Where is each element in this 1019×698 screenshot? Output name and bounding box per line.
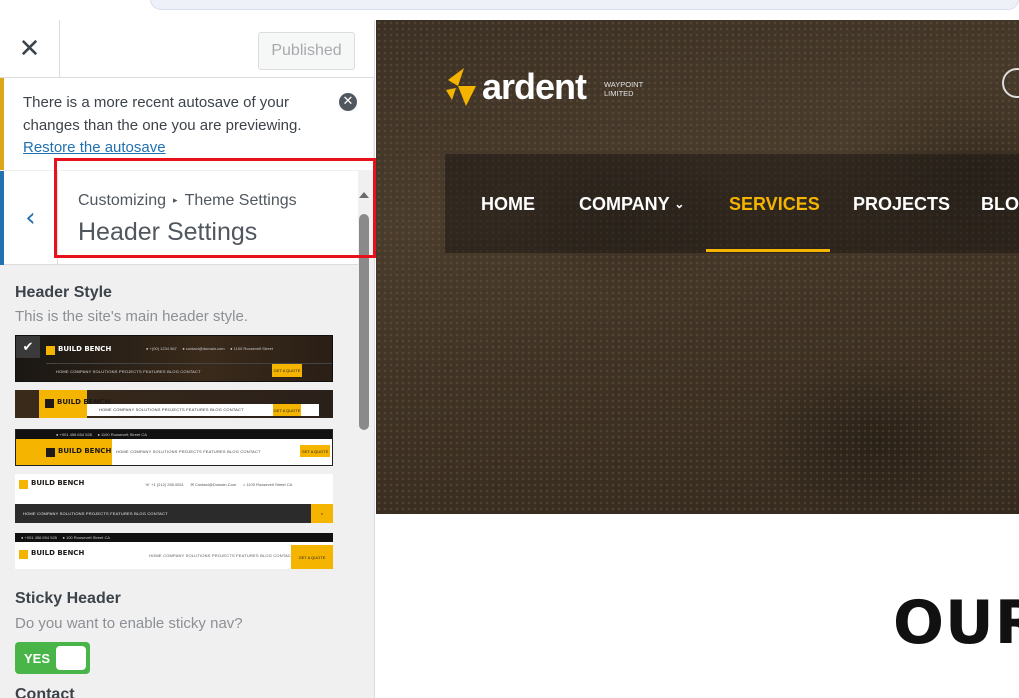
checkmark-icon: ✔	[16, 336, 40, 358]
annotation-highlight-box	[54, 158, 376, 258]
dismiss-icon[interactable]: ✕	[339, 93, 357, 111]
toggle-knob[interactable]	[56, 646, 86, 670]
thumb-logo: BUILD BENCH	[19, 480, 84, 489]
sticky-header-toggle[interactable]: YES	[15, 642, 90, 674]
logo-tagline: WAYPOINT LIMITED	[604, 80, 644, 98]
header-style-option-5[interactable]: ● +001 456 654 528 ● 100 Roosevelt Stree…	[15, 533, 333, 569]
nav-services[interactable]: SERVICES	[729, 194, 820, 215]
header-style-option-1[interactable]: BUILD BENCH ● +(00) 1234 567 ● contact@d…	[15, 335, 333, 382]
nav-company[interactable]: COMPANY ⌄	[579, 194, 684, 215]
logo-wordmark: ardent	[482, 66, 587, 107]
address-bar[interactable]	[150, 0, 1019, 10]
restore-autosave-link[interactable]: Restore the autosave	[23, 139, 166, 156]
thumb-bottom-border	[16, 465, 333, 466]
thumb-logo: BUILD BENCH	[19, 550, 84, 559]
chevron-down-icon: ⌄	[674, 197, 685, 211]
customizer-header: ✕ Published	[0, 20, 374, 78]
thumb-logo: BUILD BENCH	[46, 448, 111, 457]
chevron-left-icon[interactable]: ‹	[0, 171, 58, 265]
thumb-nav: HOME COMPANY SOLUTIONS PROJECTS FEATURES…	[99, 407, 244, 412]
section-heading: OUR	[893, 588, 1019, 658]
thumb-quote-button: GET A QUOTE	[273, 404, 301, 416]
header-style-option-3[interactable]: ● +001 456 654 528 ● 1100 Roosevelt Stre…	[15, 429, 333, 466]
thumb-logo: BUILD BENCH	[46, 346, 111, 355]
thumb-contact-info: ● +001 456 654 528 ● 1100 Roosevelt Stre…	[56, 432, 147, 437]
contact-section-title: Contact	[15, 686, 75, 698]
sticky-header-title: Sticky Header	[15, 590, 121, 607]
header-style-option-4[interactable]: BUILD BENCH ☏ +1 (212) 255-5511 ✉ Contac…	[15, 474, 333, 523]
customizer-sidebar: ✕ Published There is a more recent autos…	[0, 20, 375, 698]
logo-mark-icon	[446, 68, 476, 106]
thumb-nav: HOME COMPANY SOLUTIONS PROJECTS FEATURES…	[116, 449, 261, 454]
thumb-contact-info: ● +(00) 1234 567 ● contact@domain.com ● …	[146, 346, 273, 351]
toggle-label: YES	[24, 651, 51, 666]
autosave-notice-text: There is a more recent autosave of your …	[23, 94, 302, 134]
thumb-nav: HOME COMPANY SOLUTIONS PROJECTS FEATURES…	[149, 553, 294, 558]
autosave-notice: There is a more recent autosave of your …	[0, 78, 373, 170]
header-style-title: Header Style	[15, 284, 112, 301]
thumb-nav: HOME COMPANY SOLUTIONS PROJECTS FEATURES…	[56, 369, 201, 374]
main-nav: HOME COMPANY ⌄ SERVICES PROJECTS BLOG	[445, 154, 1019, 253]
active-nav-underline	[706, 249, 830, 252]
thumb-contact-info: ● +001 456 654 528 ● 100 Roosevelt Stree…	[21, 535, 110, 540]
browser-top-strip	[0, 0, 1019, 20]
header-style-option-2[interactable]: BUILD BENCH HOME COMPANY SOLUTIONS PROJE…	[15, 390, 333, 418]
close-icon[interactable]: ✕	[0, 20, 60, 78]
thumb-quote-button: GET A QUOTE	[300, 445, 330, 457]
nav-blog[interactable]: BLOG	[981, 194, 1019, 215]
thumb-nav: HOME COMPANY SOLUTIONS PROJECTS FEATURES…	[23, 511, 168, 516]
publish-button[interactable]: Published	[258, 32, 355, 70]
header-style-description: This is the site's main header style.	[15, 308, 248, 325]
site-preview: ardent WAYPOINT LIMITED HOME COMPANY ⌄ S…	[376, 20, 1019, 698]
sticky-header-description: Do you want to enable sticky nav?	[15, 615, 243, 632]
nav-home[interactable]: HOME	[481, 194, 535, 215]
thumb-quote-button: GET A QUOTE	[291, 545, 333, 569]
thumb-search-icon: ⌕	[311, 504, 333, 523]
thumb-quote-button: GET A QUOTE	[272, 364, 302, 377]
nav-projects[interactable]: PROJECTS	[853, 194, 950, 215]
thumb-contact-info: ☏ +1 (212) 255-5511 ✉ Contact@Domain.Com…	[145, 482, 293, 487]
